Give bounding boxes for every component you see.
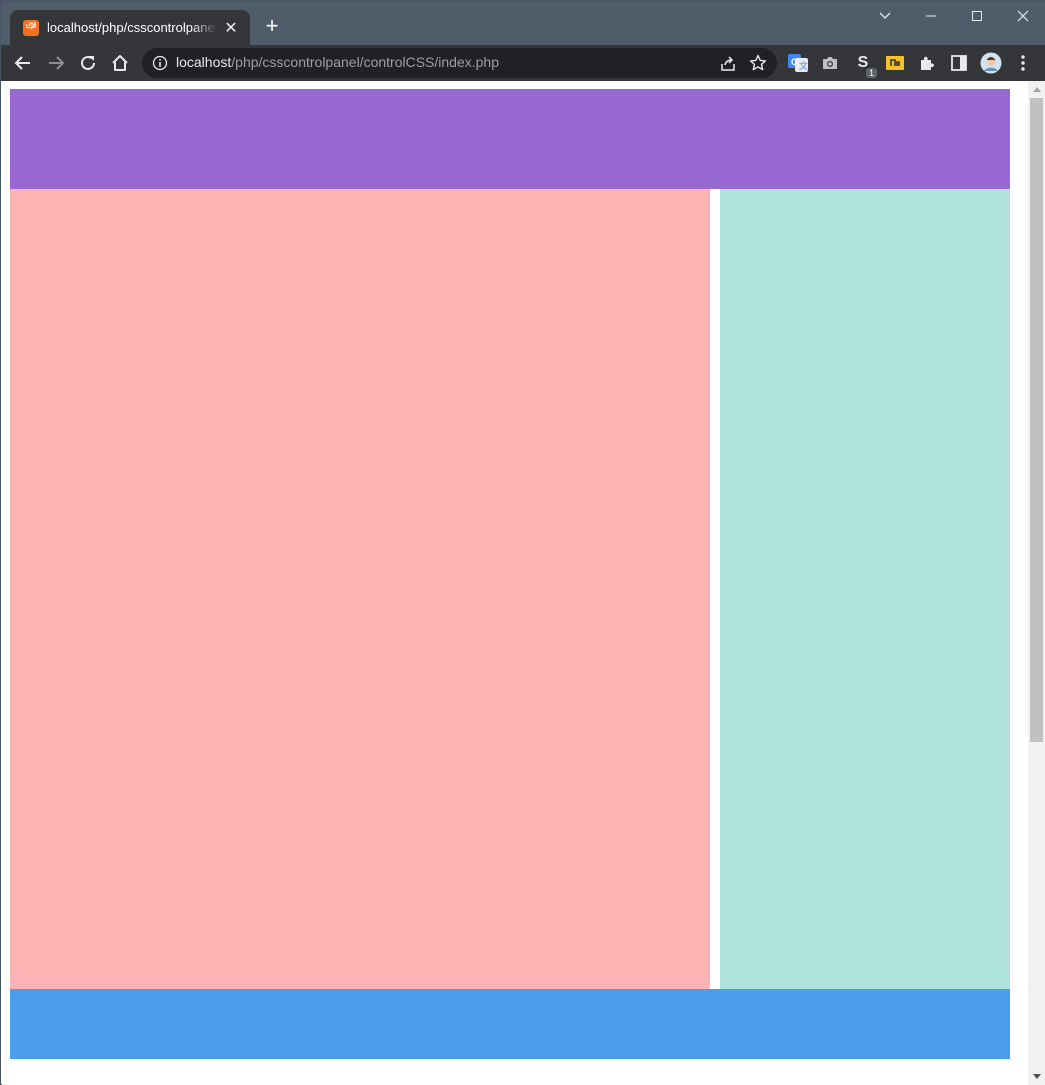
extension-s-icon[interactable]: S 1 bbox=[852, 52, 877, 78]
svg-text:文: 文 bbox=[799, 60, 808, 72]
profile-avatar[interactable] bbox=[980, 52, 1002, 74]
tab-strip: ঞ localhost/php/csscontrolpanel/controlC… bbox=[1, 1, 1045, 45]
browser-window: ঞ localhost/php/csscontrolpanel/controlC… bbox=[0, 0, 1045, 1085]
url-host: localhost bbox=[176, 54, 232, 70]
side-panel-icon[interactable] bbox=[948, 52, 970, 74]
scroll-up-arrow-icon[interactable] bbox=[1028, 81, 1045, 98]
forward-arrow-icon[interactable] bbox=[44, 51, 68, 75]
scroll-down-arrow-icon[interactable] bbox=[1028, 1068, 1045, 1085]
back-arrow-icon[interactable] bbox=[11, 51, 35, 75]
page-footer-block bbox=[10, 989, 1010, 1059]
info-icon[interactable] bbox=[152, 55, 168, 71]
page-header-block bbox=[10, 89, 1010, 189]
tab-title: localhost/php/csscontrolpanel/controlCSS… bbox=[47, 20, 217, 35]
maximize-icon[interactable] bbox=[954, 1, 1000, 31]
address-bar[interactable]: localhost/php/csscontrolpanel/controlCSS… bbox=[142, 48, 777, 78]
star-icon[interactable] bbox=[749, 54, 767, 72]
folder-extension-icon[interactable] bbox=[884, 52, 906, 74]
tab-active[interactable]: ঞ localhost/php/csscontrolpanel/controlC… bbox=[10, 10, 250, 45]
xampp-favicon-icon: ঞ bbox=[23, 19, 39, 36]
window-controls bbox=[862, 1, 1045, 33]
svg-text:G: G bbox=[791, 57, 798, 67]
tab-search-icon[interactable] bbox=[862, 1, 908, 31]
share-icon[interactable] bbox=[719, 55, 737, 73]
close-icon[interactable] bbox=[1000, 1, 1045, 31]
extensions-puzzle-icon[interactable] bbox=[916, 52, 938, 74]
browser-toolbar: localhost/php/csscontrolpanel/controlCSS… bbox=[1, 45, 1045, 81]
page-viewport bbox=[2, 81, 1028, 1085]
kebab-menu-icon[interactable] bbox=[1012, 52, 1034, 74]
vertical-scrollbar[interactable] bbox=[1028, 81, 1045, 1085]
extension-badge: 1 bbox=[865, 68, 877, 78]
url-text: localhost/php/csscontrolpanel/controlCSS… bbox=[176, 54, 499, 70]
minimize-icon[interactable] bbox=[908, 1, 954, 31]
home-icon[interactable] bbox=[108, 51, 132, 75]
page-main-block bbox=[10, 189, 710, 989]
url-path: /php/csscontrolpanel/controlCSS/index.ph… bbox=[231, 54, 499, 70]
google-translate-icon[interactable]: G文 bbox=[787, 52, 809, 74]
page-aside-block bbox=[720, 189, 1010, 989]
scrollbar-thumb[interactable] bbox=[1030, 98, 1043, 742]
new-tab-button[interactable]: + bbox=[261, 15, 283, 37]
camera-icon[interactable] bbox=[819, 52, 841, 74]
tab-close-icon[interactable]: ✕ bbox=[222, 19, 240, 37]
reload-icon[interactable] bbox=[76, 51, 100, 75]
